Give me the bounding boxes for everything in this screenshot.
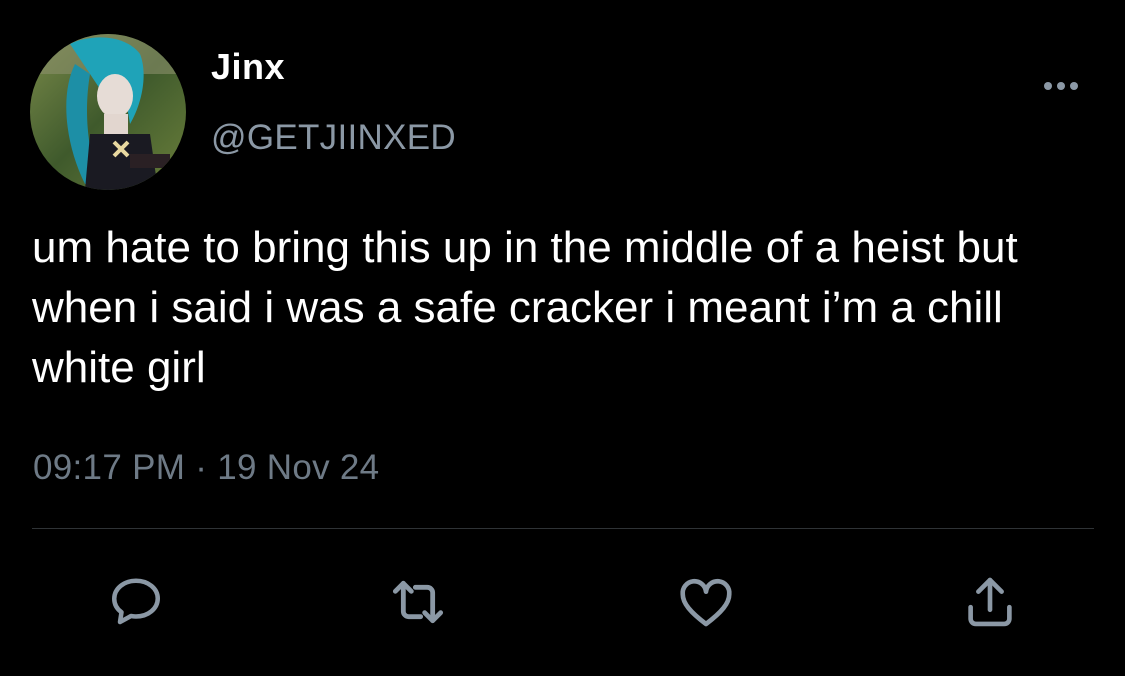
- retweet-button[interactable]: [386, 570, 450, 634]
- comment-bubble-icon: [112, 578, 160, 625]
- divider: [32, 528, 1094, 529]
- like-button[interactable]: [674, 570, 738, 634]
- share-upload-icon: [968, 577, 1012, 627]
- tweet-text: um hate to bring this up in the middle o…: [32, 223, 1018, 392]
- tweet-time: 09:17 PM: [33, 448, 186, 487]
- retweet-arrows-icon: [392, 580, 444, 624]
- reply-button[interactable]: [104, 570, 168, 634]
- tweet-timestamp[interactable]: 09:17 PM · 19 Nov 24: [33, 448, 379, 488]
- avatar[interactable]: [30, 34, 186, 190]
- author-display-name[interactable]: Jinx: [211, 46, 285, 88]
- author-handle[interactable]: @GETJIINXED: [211, 118, 456, 158]
- avatar-image: [30, 34, 186, 190]
- more-dot: [1070, 82, 1078, 90]
- more-dot: [1057, 82, 1065, 90]
- tweet-card: Jinx @GETJIINXED um hate to bring this u…: [0, 0, 1125, 676]
- heart-icon: [680, 578, 732, 627]
- more-options-icon[interactable]: [1036, 70, 1086, 100]
- timestamp-separator: ·: [195, 448, 208, 487]
- tweet-date: 19 Nov 24: [217, 448, 380, 487]
- more-dot: [1044, 82, 1052, 90]
- share-button[interactable]: [958, 570, 1022, 634]
